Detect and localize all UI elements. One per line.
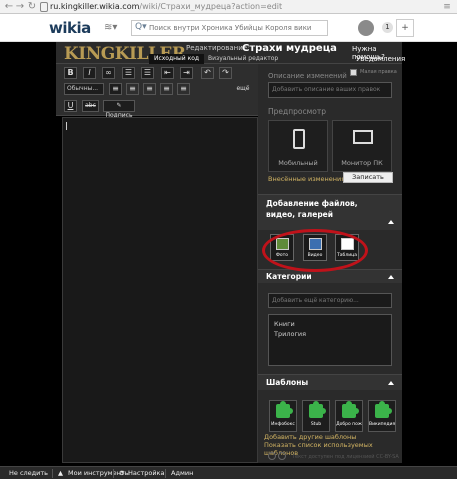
edit-header: KINGKILLER Редактирование: Страхи мудрец… xyxy=(56,42,405,64)
numbered-list-icon[interactable]: ☰ xyxy=(141,67,154,79)
category-input[interactable]: Добавить ещё категорию... xyxy=(268,293,392,308)
page-icon xyxy=(40,2,48,12)
reload-icon[interactable]: ↻ xyxy=(26,1,38,13)
license-icon xyxy=(268,452,276,460)
templates-section-header[interactable]: Шаблоны xyxy=(258,374,402,390)
follow-link[interactable]: Не следить xyxy=(9,469,48,477)
annotation-circle xyxy=(262,229,368,272)
puzzle-icon xyxy=(375,401,392,418)
gear-icon[interactable]: ⚙ xyxy=(119,469,125,477)
divider xyxy=(165,469,166,478)
license-icon xyxy=(278,452,286,460)
summary-label: Описание изменений xyxy=(268,72,347,80)
changes-link[interactable]: Внесённые изменения xyxy=(268,175,345,183)
notifications-link[interactable]: Уведомления xyxy=(356,55,405,63)
puzzle-icon xyxy=(342,401,359,418)
align-left-icon[interactable]: ≡ xyxy=(109,83,122,95)
puzzle-icon xyxy=(276,401,293,418)
notification-badge[interactable]: 1 xyxy=(382,22,393,33)
license-text: Текст доступен под лицензией CC-BY-SA xyxy=(292,454,399,460)
forward-icon[interactable]: → xyxy=(14,1,26,13)
add-templates-link[interactable]: Добавить другие шаблоны xyxy=(264,433,356,441)
category-list: Книги Трилогия xyxy=(268,314,392,366)
search-box[interactable]: Q▾ xyxy=(131,20,328,36)
template-label: Stub xyxy=(310,422,322,427)
indent-icon[interactable]: ⇥ xyxy=(180,67,193,79)
template-label: Инфобокс xyxy=(271,422,295,427)
page-title: Страхи мудреца xyxy=(242,43,337,54)
collapse-icon[interactable] xyxy=(388,220,394,224)
admin-link[interactable]: Админ xyxy=(171,469,193,477)
search-input[interactable] xyxy=(149,22,325,34)
template-button[interactable]: Википедия xyxy=(368,400,396,432)
redo-icon[interactable]: ↷ xyxy=(219,67,232,79)
minor-edit-checkbox[interactable] xyxy=(350,69,357,76)
align-center-icon[interactable]: ≡ xyxy=(126,83,139,95)
global-header: wikia ≋▾ Q▾ 1 + xyxy=(0,14,457,42)
tab-source[interactable]: Исходный код xyxy=(149,54,204,64)
collapse-icon[interactable] xyxy=(388,380,394,385)
minor-edit-label: Малая правка xyxy=(360,69,397,75)
save-button[interactable]: Записать xyxy=(343,172,393,183)
more-button[interactable]: ещё xyxy=(234,84,252,96)
media-section-header[interactable]: Добавление файлов, видео, галерей xyxy=(258,194,402,230)
editing-label: Редактирование: xyxy=(186,44,250,52)
underline-button[interactable]: U xyxy=(64,100,77,112)
category-item[interactable]: Книги xyxy=(269,319,391,329)
settings-link[interactable]: Настройка xyxy=(128,469,164,477)
bold-button[interactable]: B xyxy=(64,67,77,79)
undo-icon[interactable]: ↶ xyxy=(201,67,214,79)
menu-icon[interactable]: ≡ xyxy=(441,1,453,13)
preview-label: Предпросмотр xyxy=(268,107,326,116)
italic-button[interactable]: I xyxy=(83,67,96,79)
preview-desktop-button[interactable]: Монитор ПК xyxy=(332,120,392,172)
template-button[interactable]: Инфобокс xyxy=(269,400,297,432)
text-cursor xyxy=(66,122,67,130)
collapse-icon[interactable] xyxy=(388,274,394,279)
categories-section-title: Категории xyxy=(266,272,312,281)
category-item[interactable]: Трилогия xyxy=(269,329,391,339)
link-button[interactable]: ∞ xyxy=(102,67,115,79)
bullet-list-icon[interactable]: ☰ xyxy=(122,67,135,79)
divider xyxy=(113,469,114,478)
format-select[interactable]: Обычны... xyxy=(64,83,104,95)
pencil-icon: ✎ xyxy=(116,102,122,109)
mobile-label: Мобильный xyxy=(278,159,318,167)
signature-button[interactable]: ✎ Подпись xyxy=(103,100,135,119)
url-field[interactable]: ru.kingkiller.wikia.com/wiki/Страхи_мудр… xyxy=(50,2,282,12)
chevron-up-icon[interactable]: ▲ xyxy=(58,469,63,477)
align-icon[interactable]: ≡ xyxy=(177,83,190,95)
outdent-icon[interactable]: ⇤ xyxy=(161,67,174,79)
editor-toolbar: B I ∞ ☰ ☰ ⇤ ⇥ ↶ ↷ Обычны... ≡ ≡ ≡ ≡ ≡ ещ… xyxy=(56,64,258,119)
bottom-toolbar: Не следить ▲ Мои инструменты ⚙ Настройка… xyxy=(0,466,457,479)
template-label: Добро пож xyxy=(336,422,362,427)
tab-visual[interactable]: Визуальный редактор xyxy=(208,54,278,64)
justify-icon[interactable]: ≡ xyxy=(160,83,173,95)
template-button[interactable]: Добро пож xyxy=(335,400,363,432)
template-button[interactable]: Stub xyxy=(302,400,330,432)
desktop-label: Монитор ПК xyxy=(341,159,383,167)
browser-address-bar: ← → ↻ ru.kingkiller.wikia.com/wiki/Страх… xyxy=(0,0,457,14)
strike-button[interactable]: abc xyxy=(82,100,99,112)
url-path: /wiki/Страхи_мудреца?action=edit xyxy=(139,2,283,11)
templates-section-title: Шаблоны xyxy=(266,378,309,387)
preview-mobile-button[interactable]: Мобильный xyxy=(268,120,328,172)
divider xyxy=(52,469,53,478)
template-label: Википедия xyxy=(369,422,396,427)
puzzle-icon xyxy=(309,401,326,418)
media-section-title: Добавление файлов, видео, галерей xyxy=(266,199,358,219)
add-button[interactable]: + xyxy=(396,19,414,37)
wikia-logo[interactable]: wikia xyxy=(49,19,91,37)
search-icon[interactable]: Q▾ xyxy=(135,22,147,32)
monitor-icon xyxy=(353,130,373,144)
align-right-icon[interactable]: ≡ xyxy=(143,83,156,95)
url-host: ru.kingkiller.wikia.com xyxy=(50,2,140,11)
hub-menu-icon[interactable]: ≋▾ xyxy=(104,22,124,34)
summary-input[interactable]: Добавить описание ваших правок xyxy=(268,82,392,98)
avatar[interactable] xyxy=(358,20,374,36)
mobile-icon xyxy=(293,129,305,149)
source-editor[interactable] xyxy=(62,117,258,463)
